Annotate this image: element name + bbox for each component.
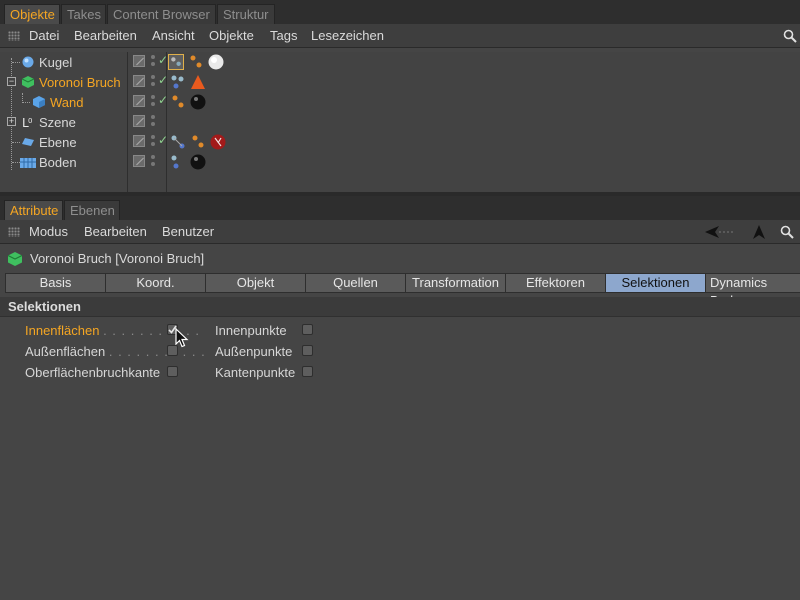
tab-effektoren[interactable]: Effektoren	[505, 273, 606, 293]
cube-icon	[33, 96, 45, 108]
tab-dynamics-body[interactable]: Dynamics Body	[705, 273, 800, 308]
search-icon[interactable]	[780, 225, 794, 239]
enabled-check-icon[interactable]: ✓	[158, 93, 168, 107]
section-title: Selektionen	[8, 299, 81, 314]
layer-icon[interactable]	[133, 155, 145, 167]
warning-tag-icon[interactable]	[190, 74, 206, 90]
object-row-szene[interactable]: + L0 Szene	[4, 112, 796, 132]
tab-ebenen[interactable]: Ebenen	[64, 200, 120, 220]
layer-icon[interactable]	[133, 55, 145, 67]
enabled-check-icon[interactable]: ✓	[158, 133, 168, 147]
tab-basis[interactable]: Basis	[5, 273, 106, 293]
grip-icon[interactable]	[8, 227, 20, 237]
object-title: Voronoi Bruch [Voronoi Bruch]	[30, 251, 205, 266]
svg-text:0: 0	[28, 117, 32, 125]
enabled-check-icon[interactable]: ✓	[158, 53, 168, 67]
object-name[interactable]: Ebene	[39, 135, 77, 150]
option-label-aussenflaechen: Außenflächen . . . . . . . . . . .	[25, 344, 206, 359]
checkbox-oberflaechenbruchkante[interactable]	[167, 366, 178, 377]
tag-icon[interactable]	[170, 74, 186, 90]
menu-bearbeiten[interactable]: Bearbeiten	[84, 224, 147, 239]
floor-icon	[20, 158, 36, 168]
visibility-dots[interactable]	[151, 54, 157, 70]
visibility-dots[interactable]	[151, 74, 157, 90]
menu-modus[interactable]: Modus	[29, 224, 68, 239]
tag-icon[interactable]	[170, 154, 186, 170]
menu-benutzer[interactable]: Benutzer	[162, 224, 214, 239]
material-tag-icon[interactable]	[210, 134, 226, 150]
plane-icon	[22, 138, 34, 146]
search-icon[interactable]	[783, 29, 797, 43]
checkbox-aussenflaechen[interactable]	[167, 345, 178, 356]
layer-icon[interactable]	[133, 75, 145, 87]
object-name[interactable]: Kugel	[39, 55, 72, 70]
tag-icon[interactable]	[190, 134, 206, 150]
object-manager-tabbar: Objekte Takes Content Browser Struktur	[0, 0, 800, 24]
visibility-dots[interactable]	[151, 154, 157, 170]
tab-koord[interactable]: Koord.	[105, 273, 206, 293]
attribute-manager-menubar: Modus Bearbeiten Benutzer	[0, 220, 800, 244]
tab-quellen[interactable]: Quellen	[305, 273, 406, 293]
option-label-innenpunkte: Innenpunkte	[215, 323, 287, 338]
checkbox-aussenpunkte[interactable]	[302, 345, 313, 356]
collapse-toggle-icon[interactable]: −	[7, 77, 16, 86]
visibility-dots[interactable]	[151, 114, 157, 130]
object-row-wand[interactable]: Wand ✓	[4, 92, 796, 112]
grip-icon[interactable]	[8, 31, 20, 41]
layer-icon[interactable]	[133, 135, 145, 147]
menu-bearbeiten[interactable]: Bearbeiten	[74, 28, 137, 43]
object-row-ebene[interactable]: Ebene ✓	[4, 132, 796, 152]
material-tag-icon[interactable]	[190, 154, 206, 170]
material-tag-icon[interactable]	[208, 54, 224, 70]
object-name[interactable]: Voronoi Bruch	[39, 75, 121, 90]
material-tag-icon[interactable]	[190, 94, 206, 110]
checkbox-kantenpunkte[interactable]	[302, 366, 313, 377]
tab-objekte[interactable]: Objekte	[4, 4, 60, 24]
checkbox-innenpunkte[interactable]	[302, 324, 313, 335]
visibility-dots[interactable]	[151, 94, 157, 110]
menu-datei[interactable]: Datei	[29, 28, 59, 43]
expand-toggle-icon[interactable]: +	[7, 117, 16, 126]
layer-icon[interactable]	[133, 115, 145, 127]
tag-icon[interactable]	[170, 94, 186, 110]
object-row-boden[interactable]: Boden	[4, 152, 796, 172]
tab-struktur[interactable]: Struktur	[217, 4, 275, 24]
voronoi-fracture-icon	[8, 252, 22, 266]
object-manager-menubar: Datei Bearbeiten Ansicht Objekte Tags Le…	[0, 24, 800, 48]
layer-icon[interactable]	[133, 95, 145, 107]
null-object-icon: L0	[22, 116, 32, 128]
tag-icon[interactable]	[188, 54, 204, 70]
tab-transformation[interactable]: Transformation	[405, 273, 506, 293]
option-label-kantenpunkte: Kantenpunkte	[215, 365, 296, 380]
option-label-aussenpunkte: Außenpunkte	[215, 344, 293, 359]
option-label-oberflaechenbruchkante: Oberflächenbruchkante	[25, 365, 161, 380]
voronoi-fracture-icon	[22, 76, 34, 88]
object-row-voronoi-bruch[interactable]: − Voronoi Bruch ✓	[4, 72, 796, 92]
tab-content-browser[interactable]: Content Browser	[107, 4, 216, 24]
tab-selektionen[interactable]: Selektionen	[605, 273, 706, 293]
object-name[interactable]: Boden	[39, 155, 77, 170]
section-header: Selektionen	[0, 297, 800, 317]
attribute-manager-tabbar: Attribute Ebenen	[0, 196, 800, 220]
sphere-icon	[22, 56, 34, 68]
object-name[interactable]: Szene	[39, 115, 76, 130]
tag-icon[interactable]	[170, 134, 186, 150]
menu-tags[interactable]: Tags	[270, 28, 297, 43]
menu-objekte[interactable]: Objekte	[209, 28, 254, 43]
menu-lesezeichen[interactable]: Lesezeichen	[311, 28, 384, 43]
up-arrow-icon[interactable]	[752, 225, 766, 239]
object-row-kugel[interactable]: Kugel ✓	[4, 52, 796, 72]
tab-attribute[interactable]: Attribute	[4, 200, 63, 220]
tab-objekt[interactable]: Objekt	[205, 273, 306, 293]
enabled-check-icon[interactable]: ✓	[158, 73, 168, 87]
back-arrow-icon[interactable]	[705, 226, 733, 238]
menu-ansicht[interactable]: Ansicht	[152, 28, 195, 43]
visibility-dots[interactable]	[151, 134, 157, 150]
tag-icon[interactable]	[168, 54, 184, 70]
object-name[interactable]: Wand	[50, 95, 83, 110]
tab-takes[interactable]: Takes	[61, 4, 106, 24]
